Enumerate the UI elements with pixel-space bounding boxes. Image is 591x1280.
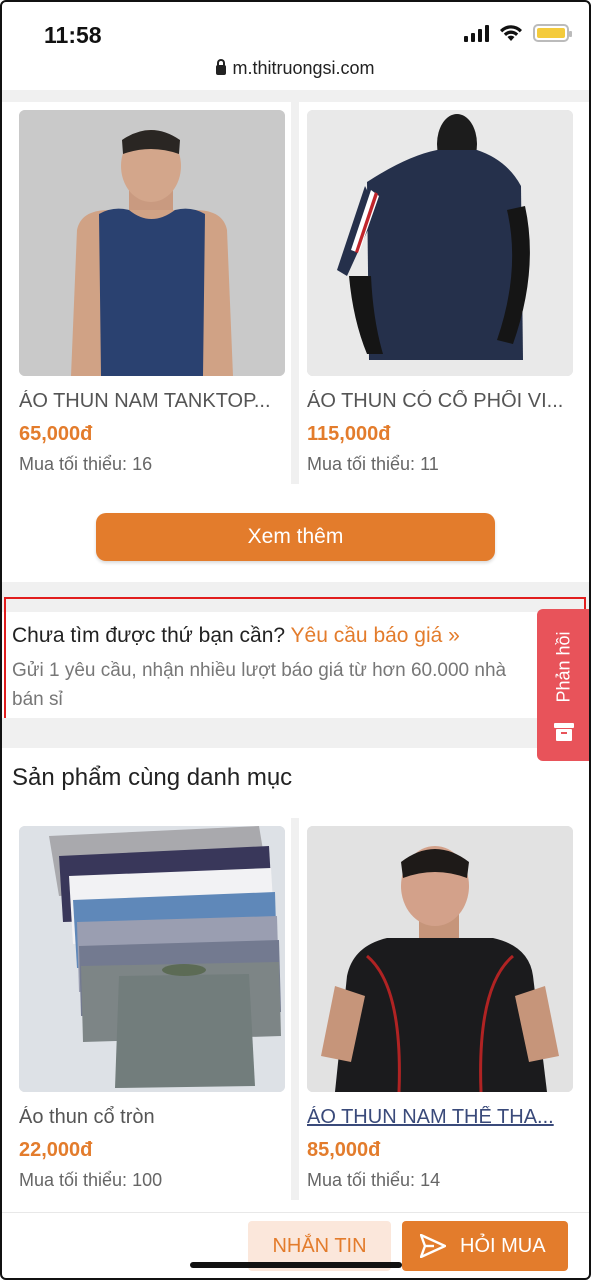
product-name[interactable]: ÁO THUN CÓ CỔ PHỐI VI...	[307, 390, 565, 413]
product-card[interactable]: ÁO THUN NAM TANKTOP... 65,000đ Mua tối t…	[19, 110, 285, 475]
product-card[interactable]: Áo thun cổ tròn 22,000đ Mua tối thiểu: 1…	[19, 826, 285, 1191]
product-name[interactable]: ÁO THUN NAM TANKTOP...	[19, 390, 277, 413]
product-min-qty: Mua tối thiểu: 11	[307, 454, 439, 474]
lock-icon	[216, 59, 227, 75]
product-card[interactable]: ÁO THUN NAM THỂ THA... 85,000đ Mua tối t…	[307, 826, 573, 1191]
status-icons	[464, 24, 572, 42]
bottom-action-bar: NHẮN TIN HỎI MUA	[0, 1212, 591, 1280]
section-gap	[0, 718, 591, 748]
related-section-title: Sản phẩm cùng danh mục	[12, 764, 293, 791]
status-bar: 11:58	[0, 0, 591, 58]
battery-icon	[533, 24, 572, 42]
product-min-qty: Mua tối thiểu: 14	[307, 1170, 441, 1190]
product-price: 85,000đ	[307, 1139, 381, 1161]
product-price: 22,000đ	[19, 1139, 93, 1161]
feedback-tab[interactable]: Phản hồi	[537, 609, 591, 761]
see-more-button[interactable]: Xem thêm	[96, 513, 495, 561]
product-min-qty: Mua tối thiểu: 16	[19, 454, 153, 474]
section-gap	[0, 90, 591, 102]
product-price: 65,000đ	[19, 423, 93, 445]
url-bar[interactable]: m.thitruongsi.com	[0, 58, 591, 90]
ask-to-buy-label: HỎI MUA	[460, 1235, 546, 1257]
product-image[interactable]	[19, 110, 285, 376]
grid-divider	[291, 818, 299, 1200]
product-image[interactable]	[19, 826, 285, 1092]
product-price: 115,000đ	[307, 423, 391, 445]
url-text: m.thitruongsi.com	[232, 58, 375, 78]
feedback-label: Phản hồi	[553, 631, 574, 703]
send-icon	[420, 1234, 446, 1258]
product-name[interactable]: Áo thun cổ tròn	[19, 1106, 277, 1129]
grid-divider	[291, 102, 299, 484]
wifi-icon	[500, 25, 522, 41]
product-min-qty: Mua tối thiểu: 100	[19, 1170, 163, 1190]
product-image[interactable]	[307, 110, 573, 376]
status-time: 11:58	[44, 22, 102, 48]
product-image[interactable]	[307, 826, 573, 1092]
highlight-box	[4, 597, 586, 728]
signal-icon	[464, 24, 489, 42]
feedback-box-icon	[554, 723, 574, 741]
product-name[interactable]: ÁO THUN NAM THỂ THA...	[307, 1106, 565, 1129]
ask-to-buy-button[interactable]: HỎI MUA	[402, 1221, 568, 1271]
home-indicator[interactable]	[190, 1262, 402, 1268]
product-card[interactable]: ÁO THUN CÓ CỔ PHỐI VI... 115,000đ Mua tố…	[307, 110, 573, 475]
